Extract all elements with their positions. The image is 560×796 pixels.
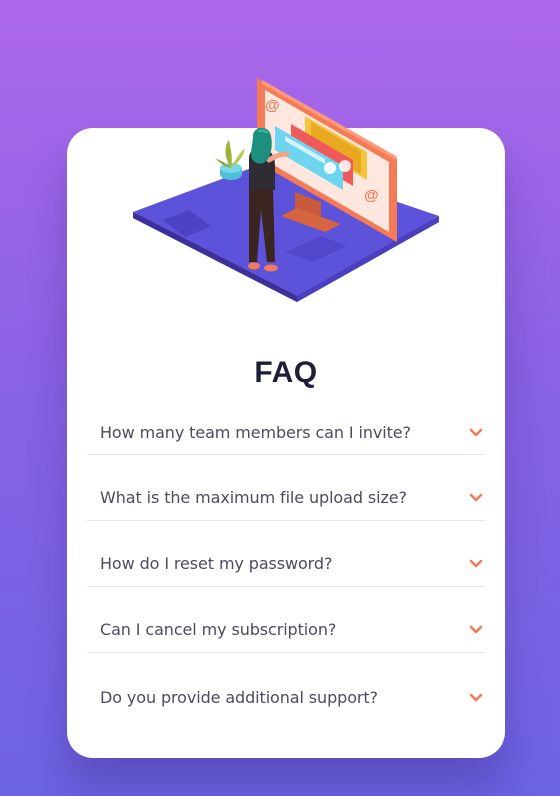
faq-question: How do I reset my password? (100, 554, 333, 573)
woman-online-desk-illustration: @ @ (133, 78, 439, 302)
page-title: FAQ (254, 356, 318, 389)
faq-item-3[interactable]: How do I reset my password? (87, 521, 485, 587)
faq-question: Can I cancel my subscription? (100, 620, 337, 639)
faq-item-2[interactable]: What is the maximum file upload size? (87, 455, 485, 521)
chevron-down-icon (469, 559, 483, 568)
faq-item-4[interactable]: Can I cancel my subscription? (87, 587, 485, 653)
faq-accordion: How many team members can I invite? What… (87, 412, 485, 719)
chevron-down-icon (469, 693, 483, 702)
faq-question: What is the maximum file upload size? (100, 488, 407, 507)
faq-question: How many team members can I invite? (100, 423, 411, 442)
faq-question: Do you provide additional support? (100, 688, 378, 707)
svg-text:@: @ (265, 97, 280, 114)
chevron-down-icon (469, 493, 483, 502)
chevron-down-icon (469, 625, 483, 634)
chevron-down-icon (469, 428, 483, 437)
svg-text:@: @ (364, 187, 379, 204)
faq-item-5[interactable]: Do you provide additional support? (87, 653, 485, 719)
faq-item-1[interactable]: How many team members can I invite? (87, 412, 485, 455)
